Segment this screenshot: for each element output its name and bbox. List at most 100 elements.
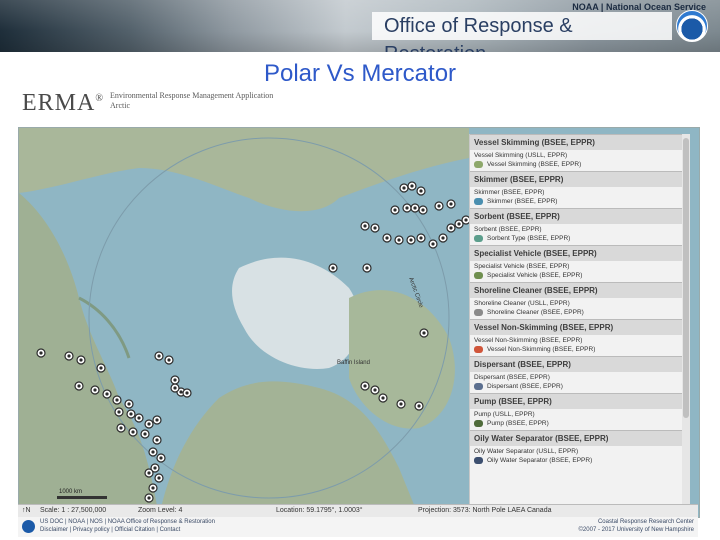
legend-item: Pump (BSEE, EPPR) [470, 419, 690, 430]
equipment-marker-center [417, 404, 421, 408]
equipment-marker-center [405, 206, 409, 210]
equipment-marker-center [373, 226, 377, 230]
equipment-marker-center [431, 242, 435, 246]
legend-section[interactable]: Oily Water Separator (BSEE, EPPR) Oily Wa… [470, 430, 690, 467]
legend-section-header[interactable]: Sorbent (BSEE, EPPR) [470, 208, 690, 224]
legend-section-header[interactable]: Specialist Vehicle (BSEE, EPPR) [470, 245, 690, 261]
legend-list: Vessel Skimming (BSEE, EPPR) Vessel Skimm… [470, 134, 690, 467]
projection-readout[interactable]: Projection: 3573: North Pole LAEA Canada [418, 507, 551, 514]
legend-layer-name: Specialist Vehicle (BSEE, EPPR) [474, 263, 570, 270]
legend-section[interactable]: Specialist Vehicle (BSEE, EPPR) Specialis… [470, 245, 690, 282]
legend-section[interactable]: Shoreline Cleaner (BSEE, EPPR) Shoreline … [470, 282, 690, 319]
equipment-marker-center [105, 392, 109, 396]
legend-item-label: Pump (BSEE, EPPR) [487, 420, 549, 427]
noaa-logo-icon [676, 10, 708, 42]
equipment-marker-center [147, 471, 151, 475]
equipment-marker-center [421, 208, 425, 212]
equipment-marker-center [464, 218, 468, 222]
equipment-marker-center [147, 496, 151, 500]
legend-swatch-icon [474, 235, 483, 242]
equipment-marker-center [155, 438, 159, 442]
erma-subtitle-line1: Environmental Response Management Applic… [110, 91, 274, 100]
erma-registered-mark: ® [95, 93, 104, 104]
legend-swatch-icon [474, 198, 483, 205]
legend-section-header[interactable]: Skimmer (BSEE, EPPR) [470, 171, 690, 187]
equipment-marker-center [179, 390, 183, 394]
legend-section-header[interactable]: Vessel Non-Skimming (BSEE, EPPR) [470, 319, 690, 335]
equipment-marker-center [441, 236, 445, 240]
legend-section[interactable]: Vessel Skimming (BSEE, EPPR) Vessel Skimm… [470, 134, 690, 171]
legend-layer-name: Dispersant (BSEE, EPPR) [474, 374, 550, 381]
legend-layer-name: Shoreline Cleaner (USLL, EPPR) [474, 300, 570, 307]
legend-layer-name: Oily Water Separator (USLL, EPPR) [474, 448, 579, 455]
equipment-marker-center [381, 396, 385, 400]
north-arrow-icon: ↑N [22, 507, 31, 514]
legend-scrollbar-thumb[interactable] [683, 138, 689, 418]
footer-links-line1[interactable]: US DOC | NOAA | NOS | NOAA Office of Res… [40, 519, 215, 525]
equipment-marker-center [437, 204, 441, 208]
equipment-marker-center [127, 402, 131, 406]
legend-swatch-icon [474, 309, 483, 316]
equipment-marker-center [419, 236, 423, 240]
equipment-marker-center [77, 384, 81, 388]
header-banner: NOAA | National Ocean Service Office of … [0, 0, 720, 52]
footer-links-line2[interactable]: Disclaimer | Privacy policy | Official C… [40, 527, 180, 533]
equipment-marker-center [397, 238, 401, 242]
doc-seal-icon [22, 520, 35, 533]
equipment-marker-center [173, 386, 177, 390]
equipment-marker-center [393, 208, 397, 212]
location-readout: Location: 59.1795°, 1.0003° [276, 507, 363, 514]
legend-item: Specialist Vehicle (BSEE, EPPR) [470, 271, 690, 282]
equipment-marker-center [413, 206, 417, 210]
equipment-marker-center [410, 184, 414, 188]
legend-layer-name: Sorbent (BSEE, EPPR) [474, 226, 542, 233]
equipment-marker-center [119, 426, 123, 430]
equipment-marker-center [153, 466, 157, 470]
legend-item: Oily Water Separator (BSEE, EPPR) [470, 456, 690, 467]
place-label-baffin: Baffin Island [337, 360, 370, 366]
equipment-marker-center [363, 384, 367, 388]
legend-section[interactable]: Sorbent (BSEE, EPPR) Sorbent (BSEE, EPPR)… [470, 208, 690, 245]
equipment-marker-center [331, 266, 335, 270]
legend-section[interactable]: Pump (BSEE, EPPR) Pump (USLL, EPPR) Pump (… [470, 393, 690, 430]
erma-subtitle: Environmental Response Management Applic… [110, 91, 273, 111]
legend-section[interactable]: Vessel Non-Skimming (BSEE, EPPR) Vessel N… [470, 319, 690, 356]
legend-item-label: Oily Water Separator (BSEE, EPPR) [487, 457, 593, 464]
equipment-marker-center [79, 358, 83, 362]
legend-section-header[interactable]: Pump (BSEE, EPPR) [470, 393, 690, 409]
equipment-marker-center [129, 412, 133, 416]
legend-item-label: Specialist Vehicle (BSEE, EPPR) [487, 272, 583, 279]
legend-section[interactable]: Dispersant (BSEE, EPPR) Dispersant (BSEE,… [470, 356, 690, 393]
legend-panel[interactable]: Vessel Skimming (BSEE, EPPR) Vessel Skimm… [469, 134, 690, 510]
legend-item-label: Vessel Skimming (BSEE, EPPR) [487, 161, 582, 168]
equipment-marker-center [115, 398, 119, 402]
legend-section-header[interactable]: Shoreline Cleaner (BSEE, EPPR) [470, 282, 690, 298]
map-viewport[interactable]: 1000 km Baffin Island Arctic Circle Vess… [18, 127, 700, 518]
legend-item: Shoreline Cleaner (BSEE, EPPR) [470, 308, 690, 319]
scale-bar [57, 496, 107, 499]
legend-scrollbar[interactable] [682, 134, 690, 510]
equipment-marker-center [449, 202, 453, 206]
legend-item: Vessel Non-Skimming (BSEE, EPPR) [470, 345, 690, 356]
equipment-marker-center [409, 238, 413, 242]
legend-layer-name: Vessel Skimming (USLL, EPPR) [474, 152, 568, 159]
legend-section-header[interactable]: Oily Water Separator (BSEE, EPPR) [470, 430, 690, 446]
legend-item: Sorbent Type (BSEE, EPPR) [470, 234, 690, 245]
erma-logo[interactable]: ERMA® [22, 90, 104, 117]
legend-section-header[interactable]: Vessel Skimming (BSEE, EPPR) [470, 134, 690, 150]
equipment-marker-center [117, 410, 121, 414]
equipment-marker-center [67, 354, 71, 358]
page-footer: US DOC | NOAA | NOS | NOAA Office of Res… [18, 517, 698, 537]
legend-layer-name: Skimmer (BSEE, EPPR) [474, 189, 545, 196]
equipment-marker-center [137, 416, 141, 420]
equipment-marker-center [143, 432, 147, 436]
legend-swatch-icon [474, 272, 483, 279]
legend-item-label: Shoreline Cleaner (BSEE, EPPR) [487, 309, 584, 316]
legend-swatch-icon [474, 383, 483, 390]
legend-section[interactable]: Skimmer (BSEE, EPPR) Skimmer (BSEE, EPPR)… [470, 171, 690, 208]
legend-section-header[interactable]: Dispersant (BSEE, EPPR) [470, 356, 690, 372]
equipment-marker-center [167, 358, 171, 362]
legend-item: Dispersant (BSEE, EPPR) [470, 382, 690, 393]
equipment-marker-center [363, 224, 367, 228]
zoom-readout: Zoom Level: 4 [138, 507, 183, 514]
